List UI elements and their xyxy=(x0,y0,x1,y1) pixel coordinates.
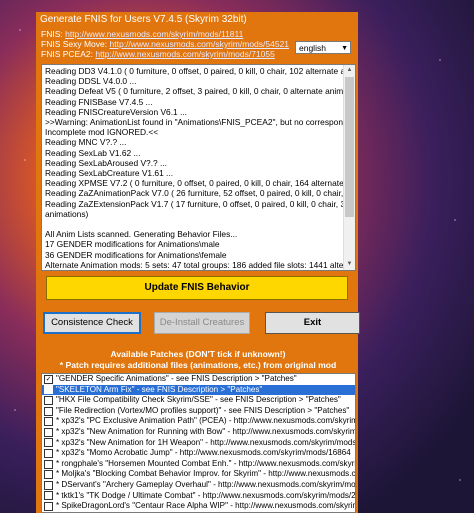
scroll-thumb[interactable] xyxy=(345,77,354,217)
log-text: Reading DD3 V4.1.0 ( 0 furniture, 0 offs… xyxy=(42,65,344,270)
link-label: FNIS PCEA2: xyxy=(41,49,93,59)
log-line: Reading FNISCreatureVersion V6.1 ... xyxy=(45,106,187,117)
patches-subtitle: * Patch requires additional files (anima… xyxy=(59,360,337,370)
language-select[interactable]: english ▼ xyxy=(295,41,351,54)
patch-checkbox[interactable]: ✓ xyxy=(44,374,53,384)
patch-item[interactable]: * xp32's "Momo Acrobatic Jump" - http://… xyxy=(42,448,355,459)
consistence-check-button[interactable]: Consistence Check xyxy=(43,312,141,334)
link-row-fnis: FNIS: http://www.nexusmods.com/skyrim/mo… xyxy=(41,29,353,39)
patch-checkbox[interactable] xyxy=(44,459,53,469)
patch-checkbox[interactable] xyxy=(44,427,53,437)
log-line: Reading XPMSE V7.2 ( 0 furniture, 0 offs… xyxy=(45,178,344,189)
patch-label: * DServant's "Archery Gameplay Overhaul"… xyxy=(56,479,356,489)
log-line: Reading SexLabAroused V?.? ... xyxy=(45,157,167,168)
patch-item[interactable]: * xp32's "New Animation for 1H Weapon" -… xyxy=(42,438,355,449)
window-title: Generate FNIS for Users V7.4.5 (Skyrim 3… xyxy=(36,12,358,28)
patch-checkbox[interactable] xyxy=(44,417,53,427)
pcea2-link[interactable]: http://www.nexusmods.com/skyrim/mods/710… xyxy=(95,49,275,59)
patch-label: "GENDER Specific Animations" - see FNIS … xyxy=(56,374,297,383)
patch-checkbox[interactable] xyxy=(44,491,53,501)
patch-item[interactable]: * SpikeDragonLord's "Centaur Race Alpha … xyxy=(42,501,355,512)
log-line: Reading DD3 V4.1.0 ( 0 furniture, 0 offs… xyxy=(45,66,344,76)
patch-label: * xp32's "New Animation for 1H Weapon" -… xyxy=(56,437,356,447)
sexy-move-link[interactable]: http://www.nexusmods.com/skyrim/mods/545… xyxy=(110,39,290,49)
patch-checkbox[interactable] xyxy=(44,406,53,416)
patch-label: * Moljka's "Blocking Combat Behavior Imp… xyxy=(56,469,356,479)
scroll-up-icon[interactable]: ▲ xyxy=(344,65,355,76)
log-scrollbar[interactable]: ▲ ▼ xyxy=(343,65,355,270)
patch-list: ✓ "GENDER Specific Animations" - see FNIS… xyxy=(41,373,356,513)
patch-item[interactable]: * Moljka's "Blocking Combat Behavior Imp… xyxy=(42,469,355,480)
log-line: Reading MNC V?.? ... xyxy=(45,137,127,148)
fnis-link[interactable]: http://www.nexusmods.com/skyrim/mods/118… xyxy=(65,29,243,39)
log-line: Incomplete mod IGNORED.<< xyxy=(45,127,159,138)
patch-label: "HKX File Compatibility Check Skyrim/SSE… xyxy=(56,395,341,405)
fnis-window: Generate FNIS for Users V7.4.5 (Skyrim 3… xyxy=(36,12,360,513)
patch-checkbox[interactable] xyxy=(44,395,53,405)
patch-checkbox[interactable] xyxy=(44,501,53,511)
chevron-down-icon: ▼ xyxy=(341,45,348,52)
patch-item[interactable]: * xp32's "PC Exclusive Animation Path" (… xyxy=(42,416,355,427)
link-panel: FNIS: http://www.nexusmods.com/skyrim/mo… xyxy=(36,28,358,65)
patches-header: Available Patches (DON'T tick if unknown… xyxy=(40,349,356,371)
log-line: Reading ZaZExtensionPack V1.7 ( 17 furni… xyxy=(45,198,344,209)
log-line: Alternate Animation mods: 5 sets: 47 tot… xyxy=(45,259,344,270)
patch-item[interactable]: "HKX File Compatibility Check Skyrim/SSE… xyxy=(42,395,355,406)
patch-item[interactable]: * tktk1's "TK Dodge / Ultimate Combat" -… xyxy=(42,491,355,502)
log-line: Reading FNISBase V7.4.5 ... xyxy=(45,96,153,107)
patch-label: "SKELETON Arm Fix" - see FNIS Descriptio… xyxy=(56,384,263,394)
patch-checkbox[interactable] xyxy=(44,470,53,480)
log-line: Reading ZaZAnimationPack V7.0 ( 26 furni… xyxy=(45,188,344,199)
patch-item[interactable]: * DServant's "Archery Gameplay Overhaul"… xyxy=(42,480,355,491)
deinstall-creatures-button[interactable]: De-Install Creatures xyxy=(154,312,250,334)
patch-label: * tktk1's "TK Dodge / Ultimate Combat" -… xyxy=(56,490,356,500)
scroll-down-icon[interactable]: ▼ xyxy=(344,259,355,270)
log-line: animations) xyxy=(45,208,89,219)
log-line: Reading Defeat V5 ( 0 furniture, 2 offse… xyxy=(45,86,344,97)
patch-item[interactable]: ✓ "SKELETON Arm Fix" - see FNIS Descripti… xyxy=(42,384,355,396)
patch-item[interactable]: "File Redirection (Vortex/MO profiles su… xyxy=(42,406,355,417)
log-line: All Anim Lists scanned. Generating Behav… xyxy=(45,229,238,240)
patch-label: * rongphale's "Horsemen Mounted Combat E… xyxy=(56,458,355,468)
patch-item[interactable]: * xp32's "New Animation for Running with… xyxy=(42,427,355,438)
patch-label: * xp32's "PC Exclusive Animation Path" (… xyxy=(56,416,356,426)
log-line: Reading SexLab V1.62 ... xyxy=(45,147,141,158)
patch-checkbox[interactable] xyxy=(44,438,53,448)
patch-item[interactable]: ✓ "GENDER Specific Animations" - see FNIS… xyxy=(42,374,355,385)
patch-checkbox[interactable]: ✓ xyxy=(44,385,53,395)
patch-checkbox[interactable] xyxy=(44,480,53,490)
log-panel: Reading DD3 V4.1.0 ( 0 furniture, 0 offs… xyxy=(41,64,356,271)
patch-label: * xp32's "New Animation for Running with… xyxy=(56,426,356,436)
log-line: Reading SexLabCreature V1.61 ... xyxy=(45,168,174,179)
log-line: >>Warning: AnimationList found in "Anima… xyxy=(45,117,344,128)
log-line: 17 GENDER modifications for Animations\m… xyxy=(45,239,220,250)
link-label: FNIS Sexy Move: xyxy=(41,39,108,49)
exit-button[interactable]: Exit xyxy=(265,312,360,334)
patch-checkbox[interactable] xyxy=(44,448,53,458)
patch-item[interactable]: * rongphale's "Horsemen Mounted Combat E… xyxy=(42,459,355,470)
link-label: FNIS: xyxy=(41,29,63,39)
update-fnis-button[interactable]: Update FNIS Behavior xyxy=(46,276,348,300)
patch-label: "File Redirection (Vortex/MO profiles su… xyxy=(56,405,350,415)
log-line: Reading DDSL V4.0.0 ... xyxy=(45,76,137,87)
patches-title: Available Patches (DON'T tick if unknown… xyxy=(110,349,286,359)
patch-label: * xp32's "Momo Acrobatic Jump" - http://… xyxy=(56,448,351,458)
patch-label: * SpikeDragonLord's "Centaur Race Alpha … xyxy=(56,501,356,511)
log-line: 36 GENDER modifications for Animations\f… xyxy=(45,249,227,260)
language-value: english xyxy=(299,43,326,53)
